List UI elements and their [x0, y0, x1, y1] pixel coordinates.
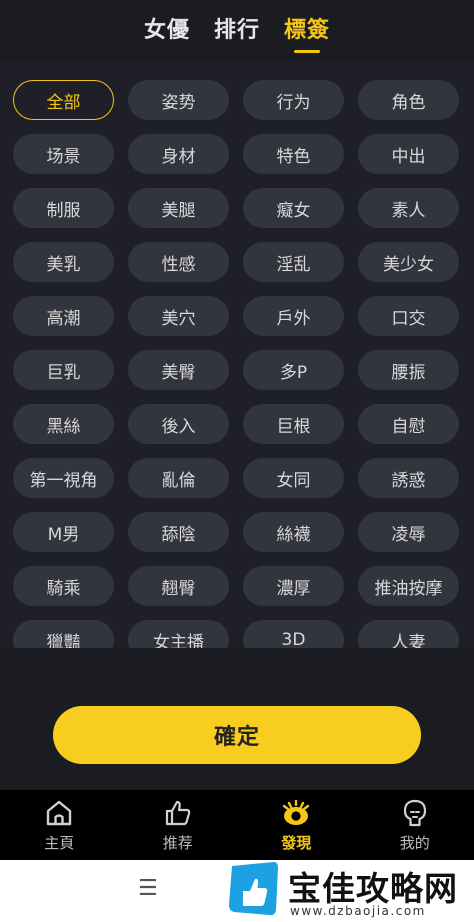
- tag-chip[interactable]: M男: [13, 512, 114, 552]
- tag-chip[interactable]: 凌辱: [358, 512, 459, 552]
- app-screen: 女優 排行 標簽 全部 姿势 行为 角色 场景 身材 特色 中出 制服 美腿 癡女 素人 美乳 性感 淫乱美…: [0, 0, 474, 860]
- watermark: 宝佳攻略网 www.dzbaojia.com: [222, 860, 474, 922]
- tag-chip[interactable]: 人妻: [358, 620, 459, 648]
- watermark-title: 宝佳攻略网: [288, 869, 458, 908]
- tag-chip[interactable]: 舔陰: [128, 512, 229, 552]
- tab-ranking[interactable]: 排行: [214, 12, 260, 44]
- tag-chip[interactable]: 巨乳: [13, 350, 114, 390]
- tag-chip[interactable]: 黑絲: [13, 404, 114, 444]
- tag-chip[interactable]: 美腿: [128, 188, 229, 228]
- tag-chip[interactable]: 素人: [358, 188, 459, 228]
- confirm-button-label: 確定: [213, 725, 260, 750]
- nav-label-home: 主頁: [44, 833, 75, 852]
- tag-scroll-area[interactable]: 全部 姿势 行为 角色场景 身材 特色 中出制服 美腿 癡女 素人美乳 性感 淫乱 美少女高潮 美穴 戶外口…: [0, 62, 474, 648]
- tag-chip[interactable]: 腰振: [358, 350, 459, 390]
- tag-chip[interactable]: 巨根: [243, 404, 344, 444]
- tag-chip[interactable]: 高潮: [13, 296, 114, 336]
- tab-ranking-label: 排行: [213, 18, 260, 43]
- tag-chip[interactable]: 多P: [243, 350, 344, 390]
- tag-chip[interactable]: 獵豔: [13, 620, 114, 648]
- bottom-navigation: 主頁 推荐 發現 我的: [0, 790, 474, 860]
- profile-icon: [403, 799, 426, 826]
- nav-item-discover[interactable]: 發現: [237, 790, 356, 860]
- tag-chip[interactable]: 絲襪: [243, 512, 344, 552]
- nav-item-mine[interactable]: 我的: [356, 790, 474, 860]
- home-icon: [47, 800, 72, 825]
- nav-label-mine: 我的: [399, 833, 430, 852]
- thumbs-up-icon: [165, 800, 191, 825]
- tag-chip[interactable]: 行为: [243, 80, 344, 120]
- tag-chip[interactable]: 誘惑: [358, 458, 459, 498]
- tab-actresses-label: 女優: [143, 18, 190, 43]
- tag-chip[interactable]: 濃厚: [243, 566, 344, 606]
- eye-icon: [283, 799, 310, 825]
- watermark-url: www.dzbaojia.com: [290, 904, 426, 918]
- tab-actresses[interactable]: 女優: [144, 12, 190, 44]
- tag-chip[interactable]: 口交: [358, 296, 459, 336]
- menu-icon[interactable]: ☰: [138, 876, 158, 901]
- tag-chip[interactable]: 推油按摩: [358, 566, 459, 606]
- nav-item-home[interactable]: 主頁: [0, 790, 119, 860]
- tab-tags-label: 標簽: [284, 18, 331, 43]
- tag-chip[interactable]: 亂倫: [128, 458, 229, 498]
- tag-chip[interactable]: 角色: [358, 80, 459, 120]
- confirm-button[interactable]: 確定: [53, 706, 421, 764]
- tag-chip[interactable]: 癡女: [243, 188, 344, 228]
- tag-chip[interactable]: 第一視角: [13, 458, 114, 498]
- tag-chip[interactable]: 中出: [358, 134, 459, 174]
- tag-chip[interactable]: 騎乘: [13, 566, 114, 606]
- active-tab-indicator: [294, 50, 320, 53]
- tag-chip[interactable]: 美臀: [128, 350, 229, 390]
- tag-chip[interactable]: 女主播: [128, 620, 229, 648]
- tag-chip[interactable]: 性感: [128, 242, 229, 282]
- tag-chip[interactable]: 美少女: [358, 242, 459, 282]
- tag-chip[interactable]: 女同: [243, 458, 344, 498]
- tag-chip[interactable]: 特色: [243, 134, 344, 174]
- tag-grid: 全部 姿势 行为 角色场景 身材 特色 中出制服 美腿 癡女 素人美乳 性感 淫乱 美少女高潮 美穴 戶外口…: [13, 80, 459, 648]
- top-tab-bar: 女優 排行 標簽: [0, 0, 474, 62]
- watermark-logo-icon: [229, 862, 278, 916]
- nav-label-discover: 發現: [281, 833, 312, 852]
- tag-chip[interactable]: 翹臀: [128, 566, 229, 606]
- tag-chip[interactable]: 戶外: [243, 296, 344, 336]
- tag-chip[interactable]: 自慰: [358, 404, 459, 444]
- tag-chip[interactable]: 淫乱: [243, 242, 344, 282]
- nav-item-recommend[interactable]: 推荐: [119, 790, 238, 860]
- tag-chip[interactable]: 场景: [13, 134, 114, 174]
- action-area: 確定: [0, 648, 474, 790]
- tag-chip[interactable]: 3D: [243, 620, 344, 648]
- tag-chip[interactable]: 姿势: [128, 80, 229, 120]
- nav-label-recommend: 推荐: [162, 833, 193, 852]
- tag-chip[interactable]: 全部: [13, 80, 114, 120]
- tag-chip[interactable]: 身材: [128, 134, 229, 174]
- tag-chip[interactable]: 美穴: [128, 296, 229, 336]
- tag-chip[interactable]: 後入: [128, 404, 229, 444]
- tag-chip[interactable]: 制服: [13, 188, 114, 228]
- tag-chip[interactable]: 美乳: [13, 242, 114, 282]
- tab-tags[interactable]: 標簽: [284, 12, 331, 53]
